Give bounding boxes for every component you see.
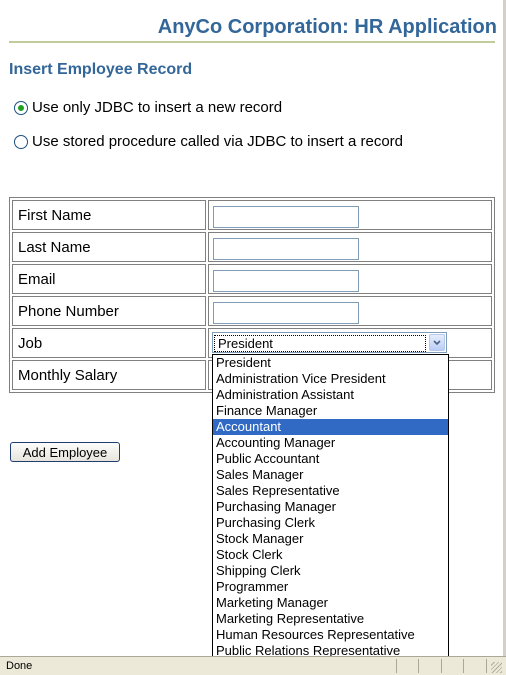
phone-number-cell [208,296,492,326]
radio-stored-procedure-label: Use stored procedure called via JDBC to … [32,133,404,150]
status-divider [441,659,443,673]
resize-grip-icon[interactable] [491,662,502,673]
status-divider [463,659,465,673]
form-row-first-name: First Name [11,199,493,231]
job-option[interactable]: Finance Manager [213,403,448,419]
job-select-dropdown-button[interactable] [429,334,445,351]
job-select-dropdown-list[interactable]: President Administration Vice President Ad… [212,354,449,660]
job-select-value: President [214,335,426,352]
title-divider [9,41,495,43]
radio-stored-procedure-button[interactable] [14,134,28,149]
status-divider [418,659,420,673]
job-option[interactable]: Sales Representative [213,483,448,499]
last-name-label: Last Name [12,232,206,262]
job-option[interactable]: Sales Manager [213,467,448,483]
job-option[interactable]: Administration Vice President [213,371,448,387]
app-title: AnyCo Corporation: HR Application [157,16,497,38]
job-option[interactable]: Marketing Manager [213,595,448,611]
radio-jdbc-only[interactable]: Use only JDBC to insert a new record [14,99,282,116]
job-option[interactable]: Purchasing Manager [213,499,448,515]
first-name-cell [208,200,492,230]
status-bar: Done [0,656,506,675]
job-option[interactable]: Stock Manager [213,531,448,547]
section-title: Insert Employee Record [9,61,193,78]
form-row-email: Email [11,263,493,295]
phone-number-label: Phone Number [12,296,206,326]
job-option[interactable]: President [213,355,448,371]
monthly-salary-label: Monthly Salary [12,360,206,390]
job-option[interactable]: Human Resources Representative [213,627,448,643]
job-option[interactable]: Purchasing Clerk [213,515,448,531]
radio-jdbc-only-label: Use only JDBC to insert a new record [32,99,283,116]
job-option[interactable]: Programmer [213,579,448,595]
job-option[interactable]: Accounting Manager [213,435,448,451]
job-label: Job [12,328,206,358]
job-option[interactable]: Stock Clerk [213,547,448,563]
form-row-phone: Phone Number [11,295,493,327]
email-cell [208,264,492,294]
email-input[interactable] [213,270,359,292]
chevron-down-icon [433,339,441,345]
last-name-input[interactable] [213,238,359,260]
job-option[interactable]: Administration Assistant [213,387,448,403]
last-name-cell [208,232,492,262]
form-row-last-name: Last Name [11,231,493,263]
status-divider [486,659,488,673]
status-divider [396,659,398,673]
first-name-label: First Name [12,200,206,230]
job-option[interactable]: Marketing Representative [213,611,448,627]
email-label: Email [12,264,206,294]
radio-jdbc-only-button[interactable] [14,100,28,115]
job-option[interactable]: Accountant [213,419,448,435]
add-employee-button[interactable]: Add Employee [10,442,120,462]
job-select[interactable]: President [212,332,447,353]
phone-number-input[interactable] [213,302,359,324]
status-text: Done [6,660,33,672]
radio-stored-procedure[interactable]: Use stored procedure called via JDBC to … [14,133,403,150]
job-option[interactable]: Shipping Clerk [213,563,448,579]
job-option[interactable]: Public Accountant [213,451,448,467]
first-name-input[interactable] [213,206,359,228]
